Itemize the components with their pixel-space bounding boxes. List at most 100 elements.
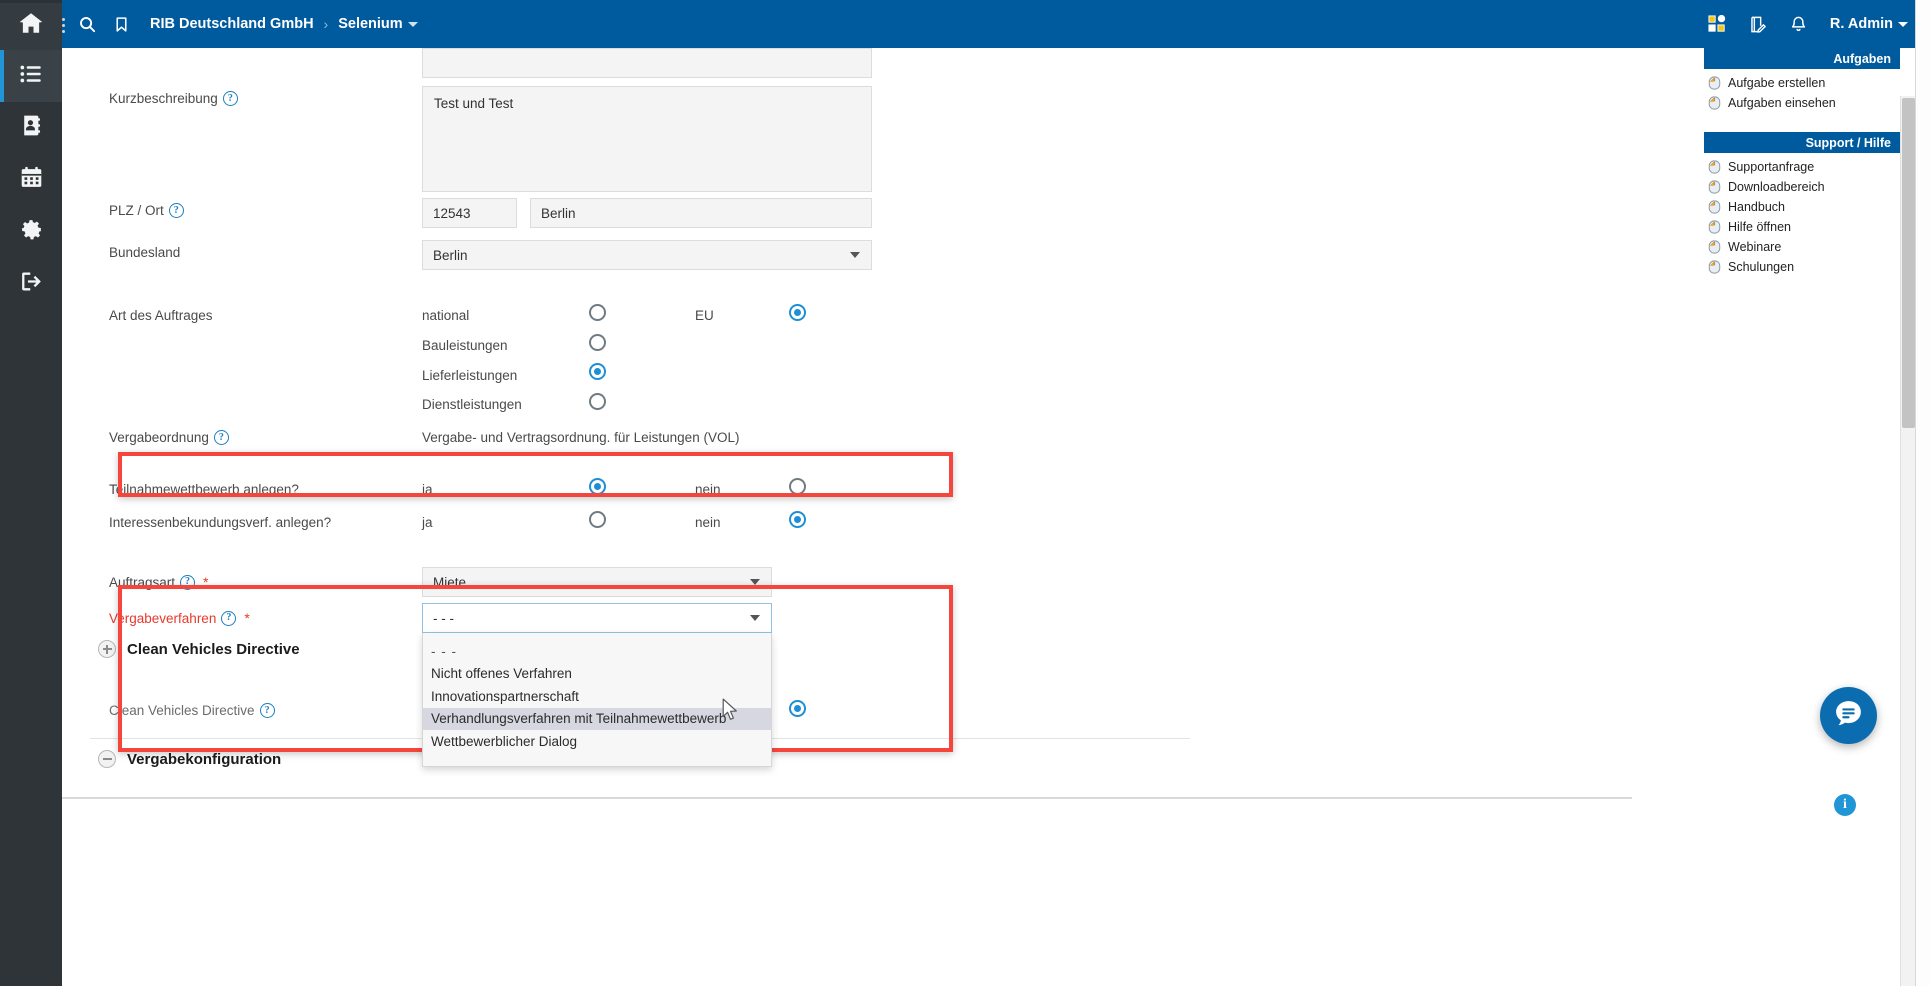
radio-lieferleistungen[interactable] [589, 363, 606, 380]
vergabeordnung-label: Vergabeordnung ? [109, 430, 229, 445]
panel-group-aufgaben: Aufgabe erstellen Aufgaben einsehen [1704, 69, 1900, 113]
dropdown-option-2[interactable]: Innovationspartnerschaft [423, 685, 771, 708]
bell-icon[interactable] [1789, 15, 1808, 34]
clean-vehicles-field-label: Clean Vehicles Directive ? [109, 703, 275, 718]
vergabekonfiguration-section-title: Vergabekonfiguration [127, 750, 282, 768]
panel-item-webinare[interactable]: Webinare [1704, 237, 1900, 257]
radio-interessenbekundung-nein[interactable] [789, 511, 806, 528]
panel-item-aufgabe-erstellen[interactable]: Aufgabe erstellen [1704, 73, 1900, 93]
radio-bauleistungen[interactable] [589, 334, 606, 351]
clean-vehicles-section-title: Clean Vehicles Directive [127, 640, 300, 658]
panel-item-label: Downloadbereich [1728, 180, 1825, 194]
application-window: RIB Deutschland GmbH › Selenium R. Admin… [0, 0, 1930, 986]
bundesland-select[interactable]: Berlin [422, 240, 872, 270]
scrollbar-thumb[interactable] [1902, 98, 1915, 428]
dropdown-option-0[interactable]: - - - [423, 640, 771, 663]
question-icon[interactable]: ? [180, 574, 196, 590]
apps-grid-icon[interactable] [1708, 15, 1726, 33]
panel-group-support: Supportanfrage Downloadbereich Handbuch [1704, 153, 1900, 277]
home-icon [18, 10, 44, 41]
dropdown-option-1[interactable]: Nicht offenes Verfahren [423, 663, 771, 686]
user-menu[interactable]: R. Admin [1830, 16, 1908, 32]
dropdown-option-4[interactable]: Wettbewerblicher Dialog [423, 730, 771, 753]
rail-item-contacts[interactable] [0, 102, 62, 154]
vergabeordnung-value: Vergabe- und Vertragsordnung. für Leistu… [422, 430, 740, 445]
ort-input[interactable]: Berlin [530, 198, 872, 228]
clean-vehicles-section-header[interactable]: Clean Vehicles Directive [98, 640, 300, 658]
question-icon[interactable]: ? [213, 430, 229, 445]
breadcrumb-project[interactable]: Selenium [338, 16, 418, 32]
logout-icon [19, 269, 44, 299]
panel-item-schulungen[interactable]: Schulungen [1704, 257, 1900, 277]
mouse-click-icon [1708, 240, 1721, 254]
question-icon[interactable]: ? [222, 91, 238, 106]
previous-field-textarea[interactable] [422, 48, 872, 78]
vergabeverfahren-dropdown[interactable]: - - - Nicht offenes Verfahren Innovation… [422, 633, 772, 767]
vergabeverfahren-select[interactable]: - - - [422, 603, 772, 633]
panel-item-aufgaben-einsehen[interactable]: Aufgaben einsehen [1704, 93, 1900, 113]
search-icon[interactable] [78, 15, 97, 34]
breadcrumb-org[interactable]: RIB Deutschland GmbH [150, 16, 314, 32]
option-label-national: national [422, 308, 470, 323]
question-icon[interactable]: ? [259, 703, 275, 718]
section-bottom-divider [62, 797, 1632, 799]
radio-clean-vehicles[interactable] [789, 700, 806, 717]
auftragsart-select[interactable]: Miete [422, 567, 772, 597]
teilnahmewettbewerb-no-label: nein [695, 482, 721, 497]
art-des-auftrages-label: Art des Auftrages [109, 308, 213, 323]
radio-teilnahmewettbewerb-nein[interactable] [789, 478, 806, 495]
question-icon[interactable]: ? [168, 203, 184, 218]
teilnahmewettbewerb-yes-label: ja [422, 482, 433, 497]
panel-item-supportanfrage[interactable]: Supportanfrage [1704, 157, 1900, 177]
radio-teilnahmewettbewerb-ja[interactable] [589, 478, 606, 495]
question-icon[interactable]: ? [221, 610, 237, 626]
vertical-scrollbar[interactable] [1900, 96, 1915, 986]
option-label-lieferleistungen: Lieferleistungen [422, 368, 518, 383]
rail-item-home[interactable] [0, 0, 62, 50]
panel-item-hilfe-oeffnen[interactable]: Hilfe öffnen [1704, 217, 1900, 237]
panel-item-label: Aufgabe erstellen [1728, 76, 1826, 90]
rail-item-projects[interactable] [0, 50, 62, 102]
panel-item-handbuch[interactable]: Handbuch [1704, 197, 1900, 217]
chevron-down-icon [1898, 21, 1908, 27]
bundesland-value: Berlin [433, 247, 468, 263]
interessenbekundung-label: Interessenbekundungsverf. anlegen? [109, 515, 331, 530]
vergabekonfiguration-section-header[interactable]: Vergabekonfiguration [98, 750, 281, 768]
list-icon [18, 61, 44, 92]
radio-eu[interactable] [789, 304, 806, 321]
rail-item-logout[interactable] [0, 258, 62, 310]
address-book-icon [19, 113, 44, 143]
panel-item-downloadbereich[interactable]: Downloadbereich [1704, 177, 1900, 197]
plus-circle-icon[interactable] [98, 640, 116, 658]
plz-input[interactable]: 12543 [422, 198, 517, 228]
mouse-click-icon [1708, 76, 1721, 90]
bookmark-icon[interactable] [113, 15, 130, 34]
mouse-click-icon [1708, 180, 1721, 194]
radio-national[interactable] [589, 304, 606, 321]
vergabeverfahren-value: - - - [433, 610, 454, 626]
radio-dienstleistungen[interactable] [589, 393, 606, 410]
mouse-click-icon [1708, 160, 1721, 174]
auftragsart-label-text: Auftragsart [109, 574, 176, 590]
chevron-down-icon [750, 579, 760, 585]
info-button[interactable]: i [1834, 794, 1856, 816]
right-side-panel: Aufgaben Aufgabe erstellen Aufgaben eins… [1704, 48, 1900, 277]
vergabe-form: Kurzbeschreibung ? Test und Test PLZ / O… [62, 48, 1632, 986]
kurzbeschreibung-textarea[interactable]: Test und Test [422, 86, 872, 192]
panel-item-label: Hilfe öffnen [1728, 220, 1792, 234]
mouse-click-icon [1708, 220, 1721, 234]
panel-item-label: Handbuch [1728, 200, 1785, 214]
rail-overflow-menu[interactable] [56, 8, 70, 42]
rail-item-calendar[interactable] [0, 154, 62, 206]
dropdown-option-3[interactable]: Verhandlungsverfahren mit Teilnahmewettb… [423, 707, 771, 730]
panel-header-aufgaben-title: Aufgaben [1833, 51, 1891, 66]
radio-interessenbekundung-ja[interactable] [589, 511, 606, 528]
rail-item-settings[interactable] [0, 206, 62, 258]
chat-button[interactable] [1820, 687, 1877, 744]
note-edit-icon[interactable] [1748, 15, 1767, 34]
main-content: Kurzbeschreibung ? Test und Test PLZ / O… [62, 48, 1930, 986]
bundesland-label: Bundesland [109, 245, 180, 260]
plz-ort-label-text: PLZ / Ort [109, 203, 164, 218]
mouse-click-icon [1708, 260, 1721, 274]
minus-circle-icon[interactable] [98, 750, 116, 768]
